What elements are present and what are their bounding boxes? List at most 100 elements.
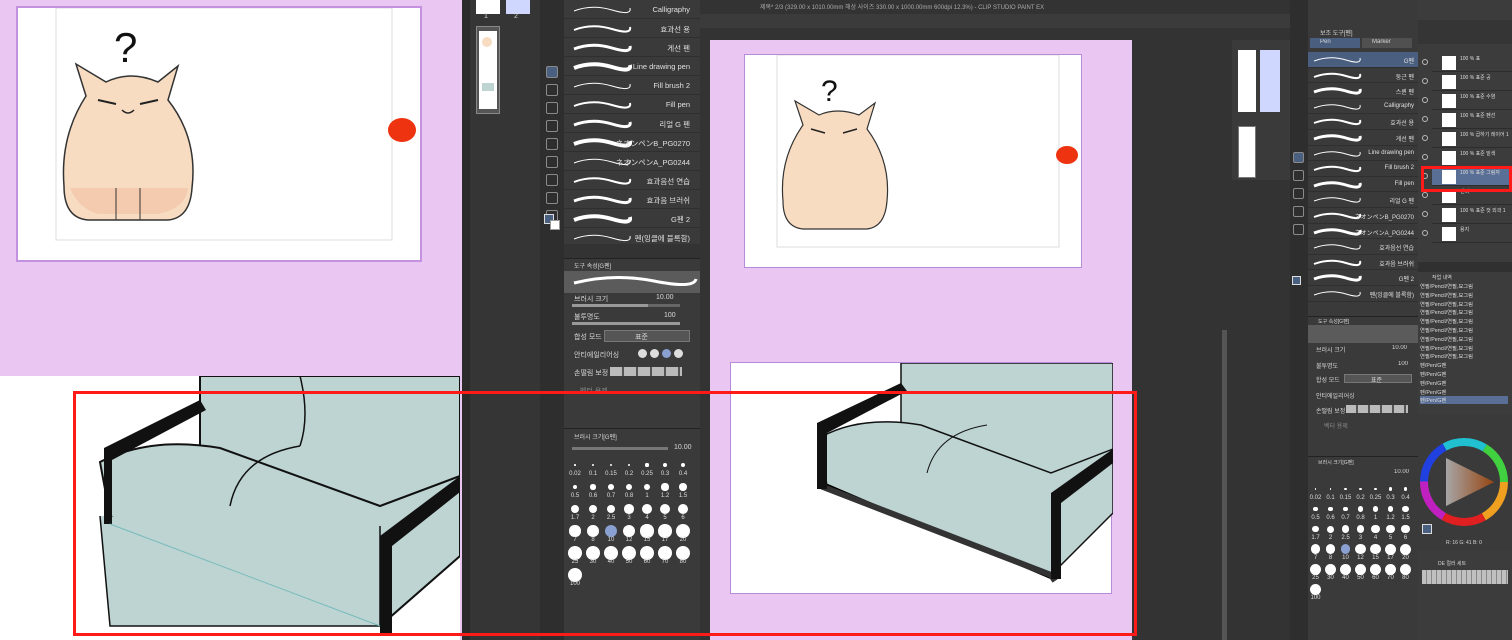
right-brush-item[interactable]: Fill pen: [1308, 177, 1418, 193]
brush-size-option[interactable]: [1310, 544, 1321, 554]
brush-size-option[interactable]: [1310, 563, 1321, 575]
brush-size-option[interactable]: [1359, 487, 1362, 491]
right-brush-size-panel-value[interactable]: 10.00: [1394, 469, 1409, 475]
page-thumb-active[interactable]: [476, 26, 500, 114]
layer-item[interactable]: 100 % 표: [1422, 54, 1512, 72]
brush-size-option[interactable]: [1314, 488, 1317, 490]
layer-item[interactable]: 용지: [1422, 225, 1512, 243]
color-wheel[interactable]: [1418, 414, 1512, 534]
brush-size-option[interactable]: [1310, 583, 1321, 595]
history-item[interactable]: 펜/Pen/G펜: [1420, 396, 1508, 405]
right-brush-item[interactable]: 스퀸 펜: [1308, 83, 1418, 99]
brush-item[interactable]: G펜 2: [564, 209, 700, 228]
brush-size-option[interactable]: [1385, 543, 1396, 555]
right-brush-item[interactable]: 펜(잉클에 블록함): [1308, 286, 1418, 302]
blend-tool-icon[interactable]: [546, 174, 558, 186]
brush-size-option[interactable]: [1372, 506, 1379, 512]
page-thumb-2[interactable]: [506, 0, 530, 14]
navigator-thumb-2[interactable]: [1260, 50, 1280, 112]
eye-icon[interactable]: [1422, 135, 1428, 141]
right-brush-item[interactable]: Calligraphy: [1308, 99, 1418, 115]
right-stabilize-slider[interactable]: [1346, 405, 1408, 413]
brush-size-option[interactable]: [1400, 563, 1411, 575]
brush-size-option[interactable]: [1313, 506, 1318, 512]
brush-item[interactable]: Fill brush 2: [564, 76, 700, 95]
ruler-tool-icon[interactable]: [546, 192, 558, 204]
brush-item[interactable]: 효과음선 연습: [564, 171, 700, 190]
history-item[interactable]: 펜/Pen/G펜: [1420, 370, 1508, 378]
brush-item[interactable]: ネオンペンA_PG0244: [564, 152, 700, 171]
right-brush-size-value[interactable]: 10.00: [1392, 345, 1407, 351]
text-tool-icon[interactable]: [546, 156, 558, 168]
brush-size-option[interactable]: [1325, 563, 1336, 575]
brush-size-option[interactable]: [1370, 543, 1381, 555]
antialias-option-1[interactable]: [638, 349, 647, 358]
tab-pen[interactable]: Pen: [1310, 38, 1360, 48]
history-item[interactable]: 연필/Pencil/연필,묘그림: [1420, 335, 1508, 343]
brush-size-option[interactable]: [1356, 525, 1365, 533]
brush-size-option[interactable]: [1388, 487, 1393, 491]
brush-size-option[interactable]: [1371, 524, 1380, 534]
right-brush-item[interactable]: 효과선 용: [1308, 114, 1418, 130]
brush-size-option[interactable]: [1357, 506, 1364, 512]
eye-icon[interactable]: [1422, 192, 1428, 198]
brush-size-option[interactable]: [1340, 544, 1351, 554]
brush-size-option[interactable]: [1385, 563, 1396, 575]
color-set-grid[interactable]: [1422, 570, 1508, 584]
history-item[interactable]: 연필/Pencil/연필,묘그림: [1420, 308, 1508, 316]
right-eraser-tool-icon[interactable]: [1293, 170, 1304, 181]
color-main-swatch[interactable]: [1422, 524, 1432, 534]
brush-size-option[interactable]: [1329, 488, 1332, 490]
eye-icon[interactable]: [1422, 230, 1428, 236]
right-pen-tool-icon[interactable]: [1293, 152, 1304, 163]
brush-size-value[interactable]: 10.00: [656, 294, 674, 301]
opacity-value[interactable]: 100: [664, 312, 676, 319]
right-brush-item[interactable]: 리얼 G 펜: [1308, 192, 1418, 208]
brush-size-option[interactable]: [1312, 525, 1319, 533]
antialias-option-3[interactable]: [662, 349, 671, 358]
history-item[interactable]: 연필/Pencil/연필,묘그림: [1420, 344, 1508, 352]
brush-size-option[interactable]: [1355, 563, 1366, 575]
brush-size-option[interactable]: [1387, 506, 1394, 512]
sub-color-swatch[interactable]: [550, 220, 560, 230]
brush-item[interactable]: 효과음 브러쉬: [564, 190, 700, 209]
brush-item[interactable]: Calligraphy: [564, 0, 700, 19]
history-item[interactable]: 연필/Pencil/연필,묘그림: [1420, 326, 1508, 334]
right-fill-tool-icon[interactable]: [1293, 188, 1304, 199]
brush-item[interactable]: ネオンペンB_PG0270: [564, 133, 700, 152]
history-item[interactable]: 연필/Pencil/연필,묘그림: [1420, 282, 1508, 290]
brush-size-option[interactable]: [1343, 506, 1348, 512]
right-brush-item[interactable]: G펜: [1308, 52, 1418, 68]
antialias-option-4[interactable]: [674, 349, 683, 358]
brush-size-option[interactable]: [1341, 525, 1350, 533]
layer-item[interactable]: 100 % 표준 펜선: [1422, 111, 1512, 129]
eye-icon[interactable]: [1422, 154, 1428, 160]
brush-size-option[interactable]: [1325, 544, 1336, 554]
eraser-tool-icon[interactable]: [546, 84, 558, 96]
brush-item[interactable]: Line drawing pen: [564, 57, 700, 76]
right-brush-item[interactable]: G펜 2: [1308, 270, 1418, 286]
right-opacity-value[interactable]: 100: [1398, 361, 1408, 367]
brush-size-option[interactable]: [1355, 543, 1366, 555]
history-item[interactable]: 펜/Pen/G펜: [1420, 379, 1508, 387]
history-item[interactable]: 연필/Pencil/연필,묘그림: [1420, 317, 1508, 325]
eye-icon[interactable]: [1422, 59, 1428, 65]
brush-size-option[interactable]: [1386, 524, 1395, 534]
gradient-tool-icon[interactable]: [546, 120, 558, 132]
brush-item[interactable]: 리얼 G 펜: [564, 114, 700, 133]
right-brush-item[interactable]: 둥근 펜: [1308, 68, 1418, 84]
eye-icon[interactable]: [1422, 78, 1428, 84]
brush-size-option[interactable]: [1374, 487, 1377, 491]
brush-item[interactable]: 효과선 용: [564, 19, 700, 38]
right-main-color-swatch[interactable]: [1292, 276, 1301, 285]
brush-size-option[interactable]: [1400, 543, 1411, 555]
brush-size-option[interactable]: [1344, 487, 1347, 491]
brush-size-slider[interactable]: [572, 304, 680, 307]
brush-size-option[interactable]: [1401, 524, 1410, 534]
eye-icon[interactable]: [1422, 116, 1428, 122]
eye-icon[interactable]: [1422, 97, 1428, 103]
brush-size-option[interactable]: [1328, 506, 1333, 512]
history-item[interactable]: 연필/Pencil/연필,묘그림: [1420, 300, 1508, 308]
layer-item[interactable]: 100 % 곱하기 레이어 1: [1422, 130, 1512, 148]
navigator-thumb-1[interactable]: [1238, 50, 1256, 112]
